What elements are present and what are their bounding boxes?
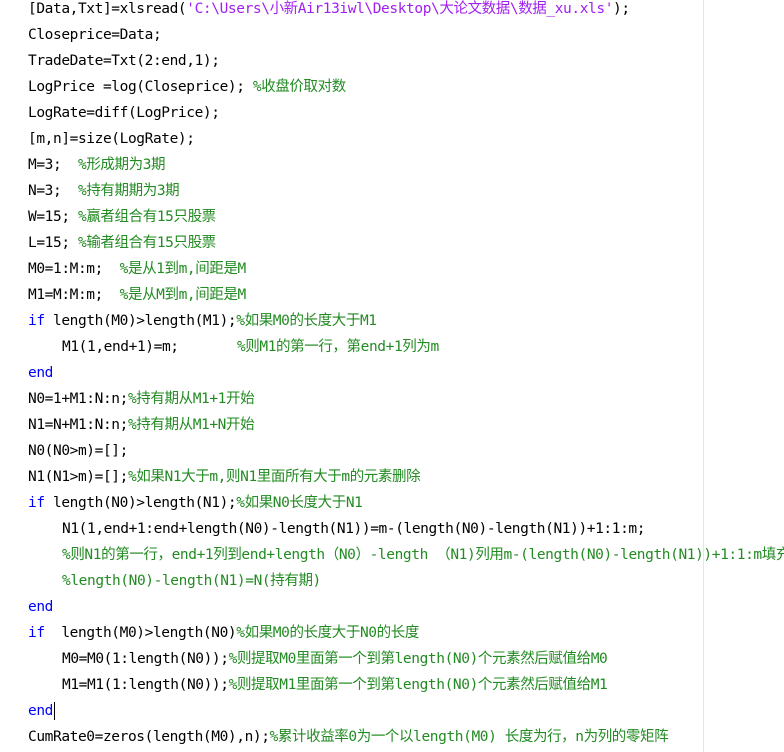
code-line-5[interactable]: LogRate=diff(LogPrice); <box>28 100 784 126</box>
code-line-13[interactable]: if length(M0)>length(M1);%如果M0的长度大于M1 <box>28 308 784 334</box>
code-line-7[interactable]: M=3; %形成期为3期 <box>28 152 784 178</box>
comment: %是从M到m,间距是M <box>119 287 247 303</box>
comment: %如果N0长度大于N1 <box>236 495 363 511</box>
code-line-18[interactable]: N0(N0>m)=[]; <box>28 438 784 464</box>
comment: %如果M0的长度大于M1 <box>236 313 377 329</box>
code-text: M1(1,end+1)=m; <box>62 339 237 355</box>
code-line-17[interactable]: N1=N+M1:N:n;%持有期从M1+N开始 <box>28 412 784 438</box>
comment: %收盘价取对数 <box>252 79 346 95</box>
code-editor[interactable]: [Data,Txt]=xlsread('C:\Users\小新Air13iwl\… <box>0 0 784 752</box>
code-line-8[interactable]: N=3; %持有期期为3期 <box>28 178 784 204</box>
code-lines: [Data,Txt]=xlsread('C:\Users\小新Air13iwl\… <box>28 0 784 750</box>
code-line-1[interactable]: [Data,Txt]=xlsread('C:\Users\小新Air13iwl\… <box>28 0 784 22</box>
code-line-15[interactable]: end <box>28 360 784 386</box>
code-line-28[interactable]: end <box>28 698 784 724</box>
keyword: end <box>28 365 53 381</box>
comment: %则提取M0里面第一个到第length(N0)个元素然后赋值给M0 <box>228 651 608 667</box>
code-line-16[interactable]: N0=1+M1:N:n;%持有期从M1+1开始 <box>28 386 784 412</box>
code-line-26[interactable]: M0=M0(1:length(N0));%则提取M0里面第一个到第length(… <box>28 646 784 672</box>
comment: %持有期从M1+1开始 <box>127 391 255 407</box>
code-text: length(M0)>length(M1); <box>44 313 237 329</box>
code-line-10[interactable]: L=15; %输者组合有15只股票 <box>28 230 784 256</box>
code-line-9[interactable]: W=15; %赢者组合有15只股票 <box>28 204 784 230</box>
code-line-21[interactable]: N1(1,end+1:end+length(N0)-length(N1))=m-… <box>28 516 784 542</box>
code-text: M0=1:M:m; <box>28 261 120 277</box>
code-text: length(N0)>length(N1); <box>44 495 237 511</box>
code-line-4[interactable]: LogPrice =log(Closeprice); %收盘价取对数 <box>28 74 784 100</box>
code-text: LogPrice =log(Closeprice); <box>28 79 253 95</box>
comment: %如果M0的长度大于N0的长度 <box>236 625 419 641</box>
code-line-3[interactable]: TradeDate=Txt(2:end,1); <box>28 48 784 74</box>
code-text: M0=M0(1:length(N0)); <box>62 651 229 667</box>
code-text: ); <box>613 1 630 17</box>
code-line-24[interactable]: end <box>28 594 784 620</box>
comment: %是从1到m,间距是M <box>119 261 247 277</box>
code-text: L=15; <box>28 235 78 251</box>
comment: %如果N1大于m,则N1里面所有大于m的元素删除 <box>127 469 421 485</box>
code-text: LogRate=diff(LogPrice); <box>28 105 220 121</box>
comment: %赢者组合有15只股票 <box>77 209 216 225</box>
comment: %则M1的第一行，第end+1列为m <box>236 339 439 355</box>
code-text: CumRate0=zeros(length(M0),n); <box>28 729 270 745</box>
code-text: W=15; <box>28 209 78 225</box>
code-line-11[interactable]: M0=1:M:m; %是从1到m,间距是M <box>28 256 784 282</box>
keyword: end <box>28 599 53 615</box>
text-cursor <box>54 702 55 720</box>
code-line-29[interactable]: CumRate0=zeros(length(M0),n);%累计收益率0为一个以… <box>28 724 784 750</box>
comment: %length(N0)-length(N1)=N(持有期) <box>62 573 321 589</box>
code-text: length(M0)>length(N0) <box>44 625 237 641</box>
code-line-25[interactable]: if length(M0)>length(N0)%如果M0的长度大于N0的长度 <box>28 620 784 646</box>
comment: %形成期为3期 <box>77 157 166 173</box>
code-text: N1(1,end+1:end+length(N0)-length(N1))=m-… <box>62 521 646 537</box>
string-literal: 'C:\Users\小新Air13iwl\Desktop\大论文数据\数据_xu… <box>186 1 614 17</box>
keyword: if <box>28 495 45 511</box>
code-line-27[interactable]: M1=M1(1:length(N0));%则提取M1里面第一个到第length(… <box>28 672 784 698</box>
code-text: N0=1+M1:N:n; <box>28 391 128 407</box>
keyword: end <box>28 703 53 719</box>
code-line-2[interactable]: Closeprice=Data; <box>28 22 784 48</box>
code-text: M1=M1(1:length(N0)); <box>62 677 229 693</box>
code-text: N=3; <box>28 183 78 199</box>
keyword: if <box>28 625 45 641</box>
code-text: M=3; <box>28 157 78 173</box>
comment: %则N1的第一行，end+1列到end+length（N0）-length （N… <box>62 547 784 563</box>
code-line-20[interactable]: if length(N0)>length(N1);%如果N0长度大于N1 <box>28 490 784 516</box>
comment: %累计收益率0为一个以length(M0) 长度为行，n为列的零矩阵 <box>269 729 669 745</box>
code-line-22[interactable]: %则N1的第一行，end+1列到end+length（N0）-length （N… <box>28 542 784 568</box>
code-text: M1=M:M:m; <box>28 287 120 303</box>
comment: %持有期期为3期 <box>77 183 180 199</box>
code-text: TradeDate=Txt(2:end,1); <box>28 53 220 69</box>
comment: %持有期从M1+N开始 <box>127 417 255 433</box>
code-text: N1(N1>m)=[]; <box>28 469 128 485</box>
code-text: [m,n]=size(LogRate); <box>28 131 195 147</box>
comment: %则提取M1里面第一个到第length(N0)个元素然后赋值给M1 <box>228 677 608 693</box>
code-text: N0(N0>m)=[]; <box>28 443 128 459</box>
comment: %输者组合有15只股票 <box>77 235 216 251</box>
code-line-14[interactable]: M1(1,end+1)=m; %则M1的第一行，第end+1列为m <box>28 334 784 360</box>
code-text: [Data,Txt]=xlsread( <box>28 1 187 17</box>
code-line-6[interactable]: [m,n]=size(LogRate); <box>28 126 784 152</box>
keyword: if <box>28 313 45 329</box>
code-line-12[interactable]: M1=M:M:m; %是从M到m,间距是M <box>28 282 784 308</box>
code-line-19[interactable]: N1(N1>m)=[];%如果N1大于m,则N1里面所有大于m的元素删除 <box>28 464 784 490</box>
code-line-23[interactable]: %length(N0)-length(N1)=N(持有期) <box>28 568 784 594</box>
code-text: N1=N+M1:N:n; <box>28 417 128 433</box>
code-text: Closeprice=Data; <box>28 27 162 43</box>
